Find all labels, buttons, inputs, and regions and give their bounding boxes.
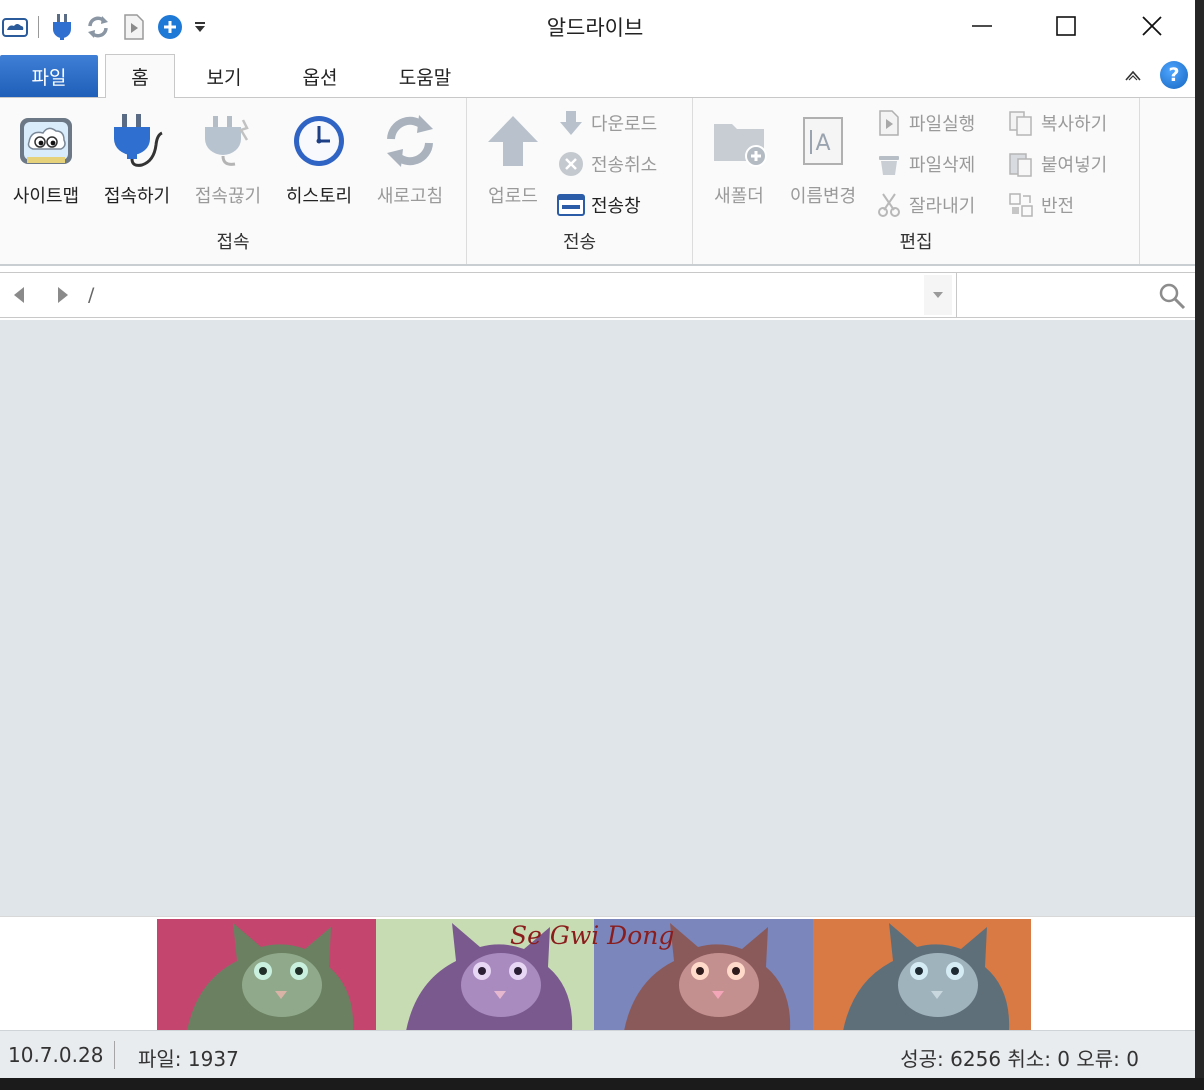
file-list-area[interactable] [0, 320, 1195, 916]
cut-button[interactable]: 잘라내기 [875, 188, 975, 222]
download-arrow-icon [557, 109, 585, 137]
tab-home[interactable]: 홈 [105, 54, 175, 99]
cut-label: 잘라내기 [909, 196, 976, 217]
connect-group-label: 접속 [216, 232, 250, 253]
history-button[interactable]: 히스토리 [273, 110, 365, 214]
download-button[interactable]: 다운로드 [557, 106, 657, 140]
help-icon[interactable]: ? [1160, 61, 1188, 89]
refresh-label: 새로고침 [376, 186, 444, 207]
tab-file[interactable]: 파일 [0, 55, 98, 97]
refresh-large-icon [380, 110, 440, 172]
status-file-count: 파일: 1937 [138, 1047, 239, 1071]
ribbon-group-edit: 새폴더 A 이름변경 파일실행 파일삭제 잘라내기 복사하기 붙여넣기 반전 편… [693, 98, 1140, 264]
ribbon-panel: 사이트맵 접속하기 접속끊기 히스토리 새로고침 접속 업로드 다운로드 전송취… [0, 98, 1195, 266]
transfer-window-button[interactable]: 전송창 [557, 188, 641, 222]
ribbon-collapse-button[interactable] [1120, 66, 1146, 86]
address-bar [0, 272, 1195, 318]
scissors-icon [875, 191, 903, 219]
chevron-up-icon [1125, 70, 1141, 81]
trash-icon [875, 150, 903, 178]
close-button[interactable] [1116, 0, 1188, 52]
ribbon-group-transfer: 업로드 다운로드 전송취소 전송창 전송 [467, 98, 693, 264]
status-divider [114, 1041, 115, 1069]
disconnect-label: 접속끊기 [194, 186, 262, 207]
tab-view[interactable]: 보기 [186, 54, 262, 98]
title-bar: 알드라이브 [0, 0, 1195, 52]
cat-panel-1 [157, 919, 376, 1031]
search-button[interactable] [1155, 279, 1189, 313]
cancel-transfer-label: 전송취소 [591, 155, 658, 176]
connect-plug-icon [107, 110, 167, 172]
new-folder-label: 새폴더 [714, 186, 764, 207]
status-bar: 10.7.0.28 파일: 1937 성공: 6256 취소: 0 오류: 0 [0, 1030, 1195, 1078]
rename-icon: A [793, 110, 853, 172]
path-input[interactable] [88, 279, 924, 311]
run-file-icon [875, 109, 903, 137]
paste-label: 붙여넣기 [1041, 155, 1108, 176]
new-folder-button[interactable]: 새폴더 [693, 110, 785, 214]
forward-button[interactable] [50, 283, 76, 307]
copy-label: 복사하기 [1041, 114, 1108, 135]
history-label: 히스토리 [285, 186, 353, 207]
path-dropdown-button[interactable] [924, 275, 952, 315]
sitemap-label: 사이트맵 [12, 186, 80, 207]
search-icon [1159, 283, 1186, 310]
upload-arrow-icon [483, 110, 543, 172]
copy-icon [1007, 109, 1035, 137]
cancel-transfer-icon [557, 150, 585, 178]
connect-label: 접속하기 [103, 186, 171, 207]
transfer-window-icon [557, 191, 585, 219]
svg-text:A: A [815, 131, 830, 156]
banner-caption: Se Gwi Dong [510, 921, 675, 950]
connect-button[interactable]: 접속하기 [91, 110, 183, 214]
transfer-window-label: 전송창 [591, 196, 641, 217]
invert-selection-icon [1007, 191, 1035, 219]
new-folder-icon [709, 110, 769, 172]
forward-arrow-icon [58, 287, 68, 303]
chevron-down-icon [933, 292, 943, 298]
cancel-transfer-button[interactable]: 전송취소 [557, 147, 657, 181]
minimize-icon [972, 25, 992, 27]
rename-label: 이름변경 [789, 186, 857, 207]
ribbon-group-connect: 사이트맵 접속하기 접속끊기 히스토리 새로고침 접속 [0, 98, 467, 264]
disconnect-plug-icon [198, 110, 258, 172]
minimize-button[interactable] [946, 0, 1018, 52]
desktop-edge [1195, 0, 1204, 1090]
rename-button[interactable]: A 이름변경 [777, 110, 869, 214]
paste-button[interactable]: 붙여넣기 [1007, 147, 1107, 181]
paste-icon [1007, 150, 1035, 178]
history-clock-icon [289, 110, 349, 172]
cat-panel-4 [812, 919, 1031, 1031]
close-icon [1142, 16, 1162, 36]
tab-options[interactable]: 옵션 [280, 54, 360, 98]
disconnect-button[interactable]: 접속끊기 [182, 110, 274, 214]
delete-file-label: 파일삭제 [909, 155, 976, 176]
upload-label: 업로드 [488, 186, 538, 207]
ribbon-tabs: 파일 홈 보기 옵션 도움말 ? [0, 52, 1195, 99]
maximize-icon [1056, 16, 1076, 36]
maximize-button[interactable] [1030, 0, 1102, 52]
upload-button[interactable]: 업로드 [467, 110, 559, 214]
invert-selection-label: 반전 [1041, 196, 1075, 217]
copy-button[interactable]: 복사하기 [1007, 106, 1107, 140]
edit-group-label: 편집 [899, 232, 933, 253]
tab-help[interactable]: 도움말 [382, 54, 468, 98]
download-label: 다운로드 [591, 114, 658, 135]
status-transfer-summary: 성공: 6256 취소: 0 오류: 0 [900, 1047, 1139, 1071]
back-button[interactable] [6, 283, 32, 307]
transfer-group-label: 전송 [562, 232, 597, 253]
taskbar-edge [0, 1078, 1204, 1090]
run-file-label: 파일실행 [909, 114, 976, 135]
back-arrow-icon [14, 287, 24, 303]
run-file-button[interactable]: 파일실행 [875, 106, 975, 140]
status-ip: 10.7.0.28 [8, 1043, 104, 1067]
ad-banner[interactable]: Se Gwi Dong [0, 916, 1195, 1031]
invert-selection-button[interactable]: 반전 [1007, 188, 1074, 222]
search-box [956, 273, 1195, 317]
refresh-button[interactable]: 새로고침 [364, 110, 456, 214]
sitemap-icon [16, 110, 76, 172]
delete-file-button[interactable]: 파일삭제 [875, 147, 975, 181]
sitemap-button[interactable]: 사이트맵 [0, 110, 92, 214]
search-input[interactable] [963, 279, 1143, 311]
